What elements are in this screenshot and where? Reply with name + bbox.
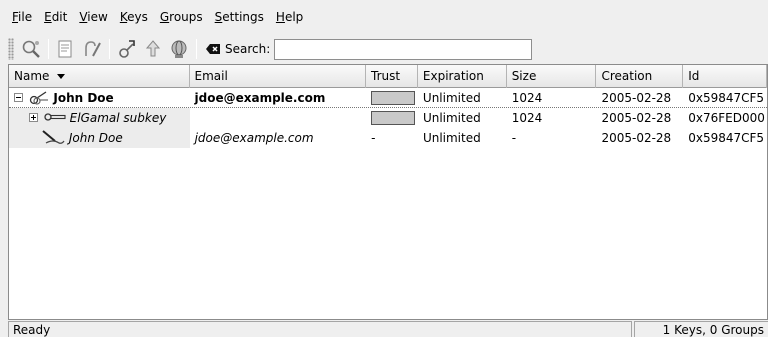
column-header-name[interactable]: Name — [9, 65, 190, 88]
menu-groups[interactable]: Groups — [154, 0, 209, 34]
column-header-expiration[interactable]: Expiration — [418, 65, 507, 88]
id-cell: 0x59847CF5 — [688, 91, 765, 105]
size-cell: - — [511, 131, 517, 145]
key-edit-icon — [85, 41, 101, 57]
id-cell: 0x76FED000 — [688, 111, 765, 125]
globe-key-icon — [171, 40, 187, 58]
expiration-cell: Unlimited — [422, 91, 481, 105]
table-row[interactable]: John Doe jdoe@example.com - Unlimited - … — [9, 128, 767, 148]
signature-pen-icon — [42, 130, 65, 144]
size-cell: 1024 — [511, 111, 543, 125]
column-header-trust[interactable]: Trust — [366, 65, 418, 88]
toolbar-separator — [48, 39, 49, 59]
trust-indicator — [371, 110, 416, 125]
export-key-icon — [145, 40, 161, 57]
subkey-email-cell — [190, 108, 367, 128]
menu-settings[interactable]: Settings — [209, 0, 270, 34]
table-row[interactable]: John Doe jdoe@example.com Unlimited 1024… — [9, 88, 767, 108]
menu-file[interactable]: File — [4, 0, 38, 34]
trust-indicator — [371, 90, 416, 105]
uid-email-cell: jdoe@example.com — [194, 131, 314, 145]
key-count-status: 1 Keys, 0 Groups — [634, 321, 768, 337]
import-key-button[interactable] — [116, 38, 138, 60]
keypair-icon — [30, 91, 49, 105]
trust-cell: - — [371, 131, 376, 145]
key-name-cell: John Doe — [9, 88, 190, 108]
size-cell: 1024 — [511, 91, 543, 105]
trust-cell — [366, 108, 418, 128]
expiration-cell: Unlimited — [422, 111, 481, 125]
id-cell: 0x59847CF5 — [688, 131, 765, 145]
menu-edit[interactable]: Edit — [38, 0, 73, 34]
search-input[interactable] — [274, 38, 533, 60]
expand-toggle[interactable] — [29, 113, 38, 122]
search-label: Search: — [205, 42, 270, 56]
search-label-text: Search: — [225, 42, 271, 56]
find-key-button[interactable] — [20, 38, 42, 60]
menu-help[interactable]: Help — [270, 0, 309, 34]
edit-key-button[interactable] — [81, 38, 103, 60]
clear-search-icon[interactable] — [205, 42, 221, 56]
import-key-icon — [119, 40, 135, 58]
export-key-button[interactable] — [142, 38, 164, 60]
toolbar-separator — [196, 39, 197, 59]
magnifier-key-icon — [22, 40, 40, 58]
status-bar: Ready 1 Keys, 0 Groups — [0, 320, 768, 337]
column-header-row: Name Email Trust Expiration Size Creatio… — [9, 65, 767, 88]
uid-name-cell: John Doe — [9, 128, 190, 148]
creation-cell: 2005-02-28 — [601, 91, 672, 105]
key-icon — [44, 113, 66, 121]
toolbar-grip[interactable] — [8, 38, 14, 60]
menu-keys[interactable]: Keys — [114, 0, 154, 34]
column-header-creation[interactable]: Creation — [596, 65, 684, 88]
creation-cell: 2005-02-28 — [601, 111, 672, 125]
subkey-name-cell: ElGamal subkey — [9, 108, 190, 128]
menu-bar: File Edit View Keys Groups Settings Help — [0, 0, 768, 34]
key-properties-button[interactable] — [55, 38, 77, 60]
toolbar: Search: — [0, 34, 768, 64]
collapse-toggle[interactable] — [14, 93, 23, 102]
trust-cell — [366, 88, 418, 108]
status-message: Ready — [8, 321, 632, 337]
key-email-cell: jdoe@example.com — [194, 91, 326, 105]
table-row[interactable]: ElGamal subkey Unlimited 1024 2005-02-28… — [9, 108, 767, 128]
key-properties-icon — [58, 40, 72, 58]
column-header-email[interactable]: Email — [190, 65, 367, 88]
key-list: Name Email Trust Expiration Size Creatio… — [8, 64, 768, 320]
keyserver-button[interactable] — [168, 38, 190, 60]
creation-cell: 2005-02-28 — [601, 131, 672, 145]
column-header-id[interactable]: Id — [683, 65, 767, 88]
menu-view[interactable]: View — [73, 0, 113, 34]
toolbar-separator — [109, 39, 110, 59]
sort-descending-icon — [57, 74, 66, 79]
expiration-cell: Unlimited — [422, 131, 481, 145]
column-header-size[interactable]: Size — [507, 65, 597, 88]
